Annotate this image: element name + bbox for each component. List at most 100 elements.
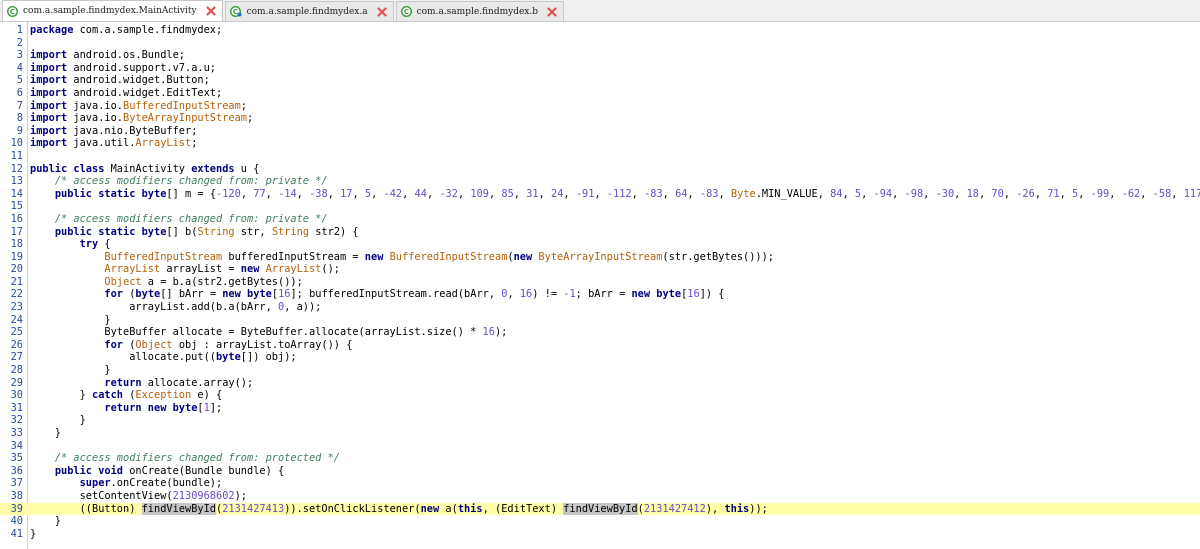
- code-line[interactable]: 8 import java.io.ByteArrayInputStream;: [0, 112, 1200, 125]
- code-token: ,: [402, 187, 415, 200]
- code-line[interactable]: 23 arrayList.add(b.a(bArr, 0, a));: [0, 301, 1200, 314]
- code-token: }: [30, 414, 86, 427]
- code-line[interactable]: 25 ByteBuffer allocate = ByteBuffer.allo…: [0, 326, 1200, 339]
- code-line[interactable]: 11: [0, 150, 1200, 163]
- code-line[interactable]: 17 public static byte[] b(String str, St…: [0, 226, 1200, 239]
- code-text: Object a = b.a(str2.getBytes());: [28, 275, 302, 288]
- code-line[interactable]: 32 }: [0, 414, 1200, 427]
- close-icon[interactable]: [376, 6, 387, 17]
- code-text: }: [28, 528, 36, 540]
- code-line[interactable]: 6 import android.widget.EditText;: [0, 87, 1200, 100]
- tab-class-b[interactable]: C com.a.sample.findmydex.b: [395, 1, 564, 21]
- code-token: 44: [414, 187, 427, 200]
- code-line[interactable]: 27 allocate.put((byte[]) obj);: [0, 351, 1200, 364]
- code-line[interactable]: 30 } catch (Exception e) {: [0, 389, 1200, 402]
- code-token: android.widget.EditText;: [67, 86, 223, 99]
- code-token: -32: [439, 187, 458, 200]
- code-line[interactable]: 21 Object a = b.a(str2.getBytes());: [0, 276, 1200, 289]
- line-number: 6: [16, 86, 23, 99]
- code-token: ,: [923, 187, 936, 200]
- line-number: 16: [10, 212, 23, 225]
- code-token: 16: [278, 288, 291, 301]
- code-line[interactable]: 3 import android.os.Bundle;: [0, 49, 1200, 62]
- code-line[interactable]: 40 }: [0, 515, 1200, 528]
- code-line[interactable]: 10 import java.util.ArrayList;: [0, 137, 1200, 150]
- code-line[interactable]: 36 public void onCreate(Bundle bundle) {: [0, 465, 1200, 478]
- code-token: (: [123, 288, 136, 301]
- code-token: -94: [873, 187, 893, 200]
- java-class-icon: C: [400, 6, 412, 17]
- tab-class-a[interactable]: C com.a.sample.findmydex.a: [224, 1, 394, 21]
- line-number: 4: [16, 61, 23, 74]
- code-line[interactable]: 26 for (Object obj : arrayList.toArray()…: [0, 339, 1200, 352]
- code-token: ;: [247, 112, 254, 125]
- code-token: ,: [687, 187, 700, 200]
- code-token: );: [234, 489, 247, 502]
- code-token: ,: [507, 288, 520, 301]
- code-token: String: [271, 225, 310, 238]
- code-text: /* access modifiers changed from: protec…: [28, 452, 340, 464]
- code-line[interactable]: 15: [0, 200, 1200, 213]
- close-icon[interactable]: [205, 6, 216, 16]
- code-line[interactable]: 9 import java.nio.ByteBuffer;: [0, 125, 1200, 138]
- code-line[interactable]: 19 BufferedInputStream bufferedInputStre…: [0, 251, 1200, 264]
- code-text: /* access modifiers changed from: privat…: [28, 213, 328, 225]
- code-token: ,: [1003, 187, 1017, 200]
- code-line[interactable]: 28 }: [0, 364, 1200, 377]
- code-token: ,: [1059, 187, 1073, 200]
- code-line[interactable]: 18 try {: [0, 238, 1200, 251]
- code-line[interactable]: 41}: [0, 528, 1200, 541]
- code-token: 16: [687, 288, 700, 301]
- code-line[interactable]: 34: [0, 440, 1200, 453]
- code-line[interactable]: 13 /* access modifiers changed from: pri…: [0, 175, 1200, 188]
- code-line[interactable]: 33 }: [0, 427, 1200, 440]
- code-text: ArrayList arrayList = new ArrayList();: [28, 263, 340, 275]
- code-line[interactable]: 20 ArrayList arrayList = new ArrayList()…: [0, 263, 1200, 276]
- code-text: }: [28, 313, 111, 326]
- code-token: 84: [830, 187, 843, 200]
- code-line[interactable]: 16 /* access modifiers changed from: pri…: [0, 213, 1200, 226]
- code-line[interactable]: 31 return new byte[1];: [0, 402, 1200, 415]
- code-line[interactable]: 5 import android.widget.Button;: [0, 74, 1200, 87]
- java-class-icon: C: [7, 5, 18, 17]
- tab-mainactivity[interactable]: C com.a.sample.findmydex.MainActivity: [2, 0, 223, 21]
- code-line[interactable]: 14 public static byte[] m = {-120, 77, -…: [0, 188, 1200, 201]
- code-token: ));: [749, 502, 768, 515]
- line-number: 33: [10, 427, 23, 439]
- code-line[interactable]: 35 /* access modifiers changed from: pro…: [0, 452, 1200, 465]
- code-text: return new byte[1];: [28, 402, 222, 414]
- code-token: }: [30, 313, 111, 326]
- code-token: ;: [191, 137, 198, 150]
- code-token: []) obj);: [240, 351, 297, 364]
- code-line[interactable]: 29 return allocate.array();: [0, 377, 1200, 390]
- code-token: ,: [892, 187, 905, 200]
- code-token: byte: [215, 351, 241, 364]
- code-token: catch: [92, 389, 123, 402]
- code-token: Object: [104, 275, 142, 288]
- code-line[interactable]: 24 }: [0, 314, 1200, 327]
- code-line[interactable]: 2: [0, 37, 1200, 50]
- code-token: ,: [296, 187, 310, 200]
- code-line[interactable]: 1 package com.a.sample.findmydex;: [0, 24, 1200, 37]
- code-token: ,: [1109, 187, 1122, 200]
- code-editor[interactable]: 1 package com.a.sample.findmydex; 2 3 import…: [0, 22, 1200, 549]
- code-token: 2131427412: [643, 502, 706, 515]
- code-token: -62: [1121, 187, 1141, 200]
- code-line[interactable]: 4 import android.support.v7.a.u;: [0, 62, 1200, 75]
- code-line[interactable]: 38 setContentView(2130968602);: [0, 490, 1200, 503]
- code-text: public class MainActivity extends u {: [28, 163, 259, 175]
- code-line[interactable]: 12 public class MainActivity extends u {: [0, 163, 1200, 176]
- code-token: String: [197, 225, 235, 238]
- close-icon[interactable]: [547, 6, 557, 17]
- code-token: setContentView(: [30, 489, 173, 502]
- code-token: Byte: [730, 187, 756, 200]
- line-number: 25: [10, 326, 23, 339]
- code-line[interactable]: 22 for (byte[] bArr = new byte[16]; buff…: [0, 288, 1200, 301]
- code-line[interactable]: 37 super.onCreate(bundle);: [0, 477, 1200, 490]
- code-line[interactable]: 7 import java.io.BufferedInputStream;: [0, 100, 1200, 113]
- code-line[interactable]: 39 ((Button) findViewById(2131427413)).s…: [0, 502, 1200, 516]
- line-number: 34: [10, 439, 23, 452]
